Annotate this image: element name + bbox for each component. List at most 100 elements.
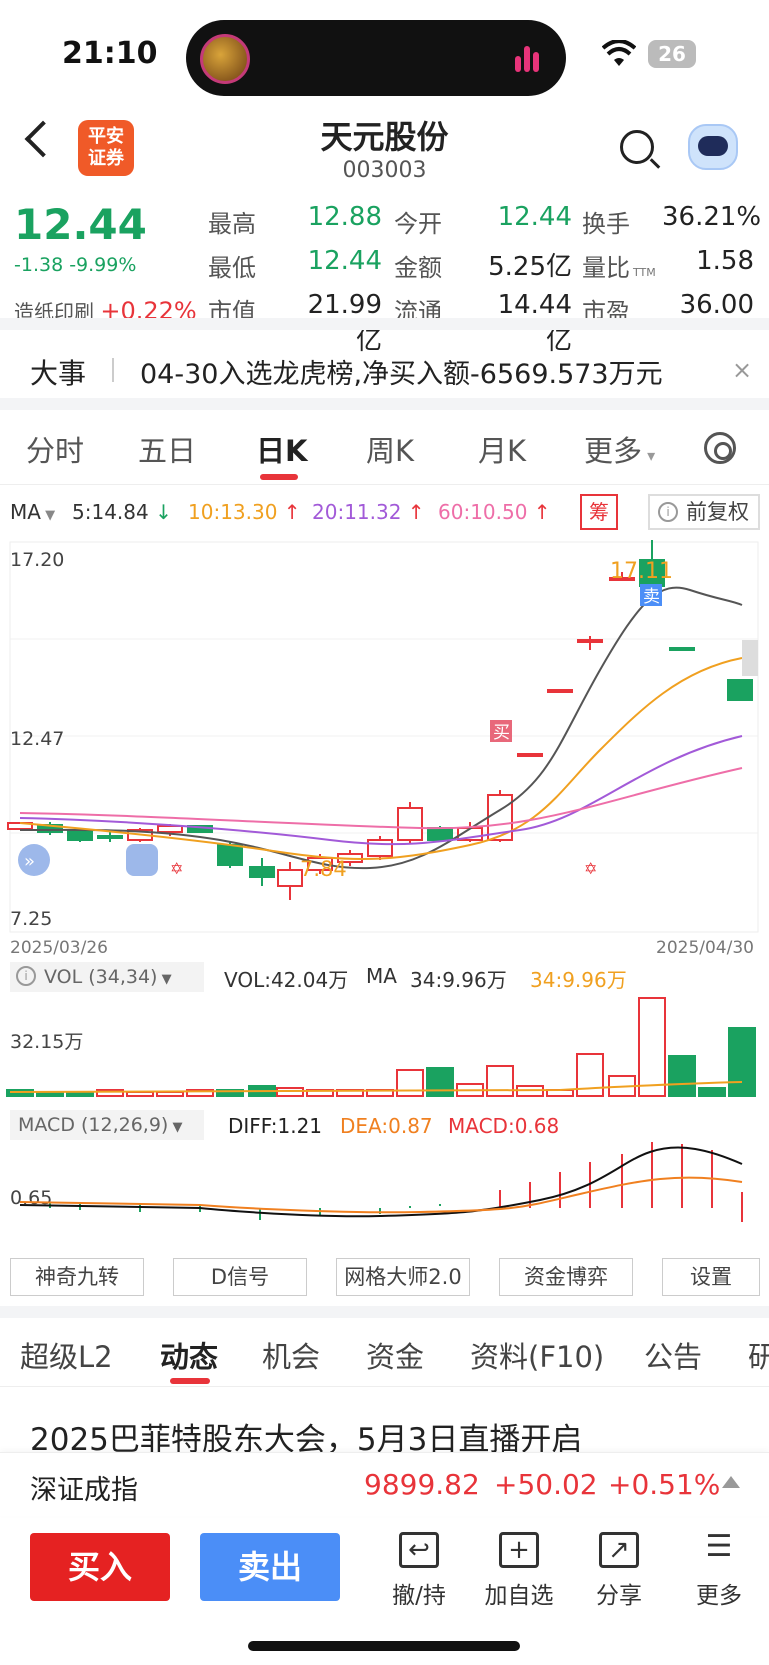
tool-settings[interactable]: 设置 (662, 1258, 760, 1296)
event-title: 大事 (30, 357, 87, 390)
tab-more[interactable]: 更多 ▾ (584, 428, 655, 470)
vol-selector[interactable]: i VOL (34,34) ▼ (10, 962, 204, 992)
candle-body (517, 753, 543, 757)
quote-value: 12.88 (307, 202, 382, 232)
tool-fund-game[interactable]: 资金博弈 (499, 1258, 633, 1296)
high-label: 17.11 (610, 559, 673, 584)
robot-assistant-icon[interactable] (688, 124, 738, 170)
tab-news[interactable]: 动态 (160, 1334, 218, 1376)
candle-body (427, 827, 453, 841)
candle-body (97, 835, 123, 839)
ma20-value: 20:11.32 ↑ (312, 500, 425, 524)
undo-icon: ↩ (399, 1532, 439, 1568)
active-tab-underline (260, 474, 298, 480)
close-icon[interactable]: × (732, 356, 752, 384)
ma60-value: 60:10.50 ↑ (438, 500, 551, 524)
macd-value: MACD:0.68 (448, 1114, 560, 1138)
tab-opportunity[interactable]: 机会 (262, 1334, 320, 1376)
tab-monthly-k[interactable]: 月K (478, 428, 526, 470)
tool-nine-turns[interactable]: 神奇九转 (10, 1258, 144, 1296)
tab-funds[interactable]: 资金 (366, 1334, 424, 1376)
date-end: 2025/04/30 (656, 938, 754, 958)
buy-tag-text: 买 (493, 723, 510, 743)
candle-body (277, 869, 303, 887)
index-name: 深证成指 (30, 1475, 138, 1506)
candle-body (547, 689, 573, 693)
vol-y-label: 32.15万 (10, 1031, 83, 1053)
sell-tag-text: 卖 (643, 587, 660, 607)
share-button[interactable]: ↗ 分享 (574, 1532, 664, 1610)
quote-value: 36.00 (679, 290, 754, 320)
volume-bar (728, 1027, 756, 1097)
event-separator (112, 358, 114, 382)
tab-fenshi[interactable]: 分时 (26, 428, 84, 470)
y-axis-top: 17.20 (10, 549, 64, 571)
status-time: 21:10 (62, 36, 158, 71)
quote-label: 金额 (394, 254, 442, 282)
svg-text:»: » (24, 851, 35, 872)
search-icon[interactable] (620, 130, 654, 164)
divider (0, 1306, 769, 1318)
tab-five-day[interactable]: 五日 (138, 428, 196, 470)
info-icon: i (658, 502, 678, 522)
y-axis-mid: 12.47 (10, 728, 64, 750)
share-icon: ↗ (599, 1532, 639, 1568)
ma10-value: 10:13.30 ↑ (188, 500, 301, 524)
adjust-select[interactable]: i 前复权 (648, 494, 760, 530)
quote-value: 5.25亿 (488, 252, 572, 282)
vol-value: VOL:42.04万 (224, 968, 349, 992)
divider (0, 318, 769, 330)
tab-weekly-k[interactable]: 周K (366, 428, 414, 470)
cancel-hold-button[interactable]: ↩ 撤/持 (374, 1532, 464, 1610)
divider (0, 398, 769, 410)
active-tab-underline (170, 1378, 210, 1384)
macd-selector[interactable]: MACD (12,26,9) ▼ (10, 1110, 204, 1140)
candle-body (397, 807, 423, 841)
volume-bar (668, 1055, 696, 1097)
sell-button[interactable]: 卖出 (200, 1533, 340, 1601)
vol-ma-label: MA (366, 964, 397, 988)
now-playing-avatar[interactable] (200, 34, 250, 84)
add-watchlist-button[interactable]: + 加自选 (474, 1532, 564, 1610)
volume-bar (6, 1089, 34, 1097)
star-marker-icon: ✡ (170, 859, 183, 878)
quote-label: 今开 (394, 210, 442, 238)
tab-profile[interactable]: 资料(F10) (470, 1334, 604, 1376)
candle-body (157, 825, 183, 833)
tool-grid-master[interactable]: 网格大师2.0 (336, 1258, 470, 1296)
volume-chart: 32.15万 (6, 997, 756, 1097)
tab-super-l2[interactable]: 超级L2 (20, 1334, 113, 1376)
ma-label[interactable]: MA ▼ (10, 500, 55, 524)
quote-label: 量比 (582, 254, 630, 282)
date-start: 2025/03/26 (10, 938, 108, 958)
candle-body (67, 829, 93, 841)
vol-ma2: 34:9.96万 (530, 968, 627, 992)
index-value: 9899.82 (364, 1468, 480, 1501)
candle-body (577, 639, 603, 643)
tab-daily-k[interactable]: 日K (256, 428, 307, 470)
quote-label: 最低 (208, 254, 256, 282)
quote-value: 36.21% (662, 202, 762, 232)
chip-button[interactable]: 筹 (580, 494, 618, 530)
event-text[interactable]: 04-30入选龙虎榜,净买入额-6569.573万元 (140, 352, 663, 391)
scroll-handle (742, 640, 758, 676)
menu-icon: ☰ (705, 1529, 733, 1564)
tool-d-signal[interactable]: D信号 (173, 1258, 307, 1296)
macd-dea: DEA:0.87 (340, 1114, 433, 1138)
fullscreen-icon (126, 844, 158, 876)
tab-research[interactable]: 研 (748, 1334, 769, 1376)
index-change: +50.02 (494, 1468, 598, 1501)
tab-announcement[interactable]: 公告 (644, 1334, 702, 1376)
expand-up-icon[interactable] (722, 1476, 740, 1488)
y-axis-bottom: 7.25 (10, 908, 52, 930)
kline-chart[interactable]: 17.20 12.47 7.25 17.11 7.84 买 卖 » ✡ ✡ (0, 540, 769, 940)
quote-value: 12.44 (307, 246, 382, 276)
candle-body (217, 844, 243, 866)
candle-body (249, 866, 275, 878)
current-price: 12.44 (14, 200, 147, 249)
buy-button[interactable]: 买入 (30, 1533, 170, 1601)
more-button[interactable]: ☰ 更多 (674, 1532, 764, 1610)
gear-icon[interactable] (704, 432, 736, 464)
volume-bar (486, 1065, 514, 1097)
candle-body (367, 839, 393, 857)
